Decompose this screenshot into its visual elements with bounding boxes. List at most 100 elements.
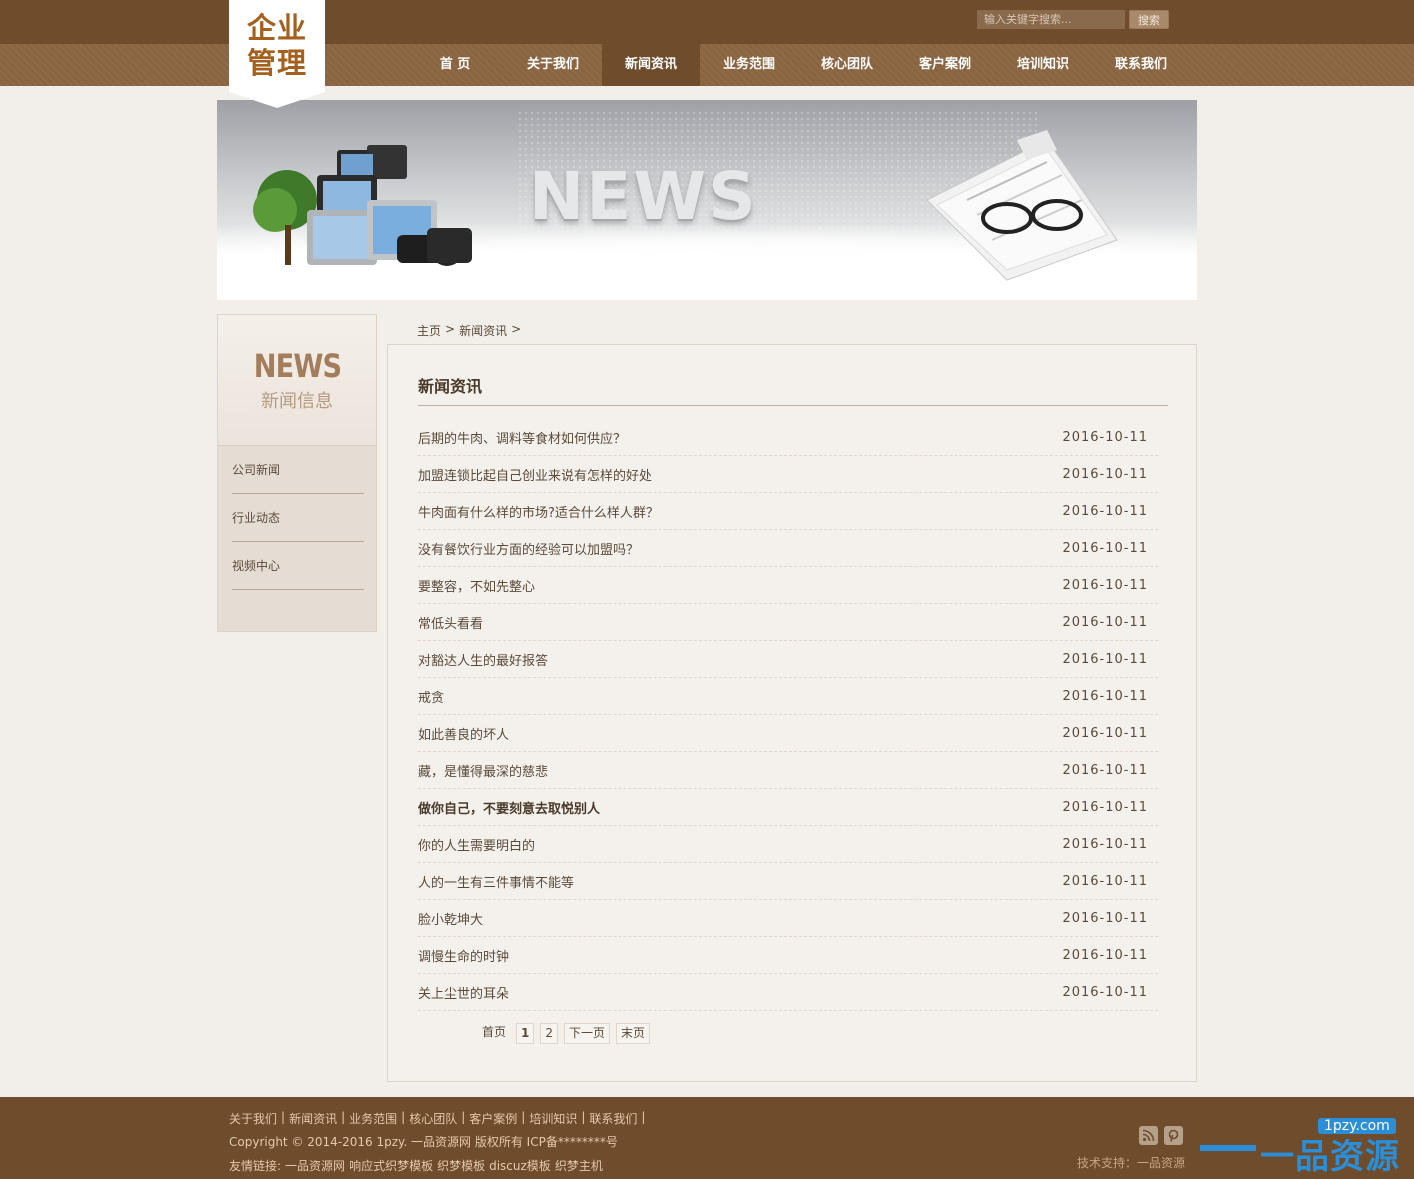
list-item: 做你自己，不要刻意去取悦别人 2016-10-11: [418, 789, 1158, 826]
friend-link[interactable]: 织梦模板: [437, 1157, 485, 1174]
sidebar-list: 公司新闻 行业动态 视频中心: [218, 446, 376, 590]
article-title[interactable]: 后期的牛肉、调料等食材如何供应？: [418, 428, 626, 447]
breadcrumb-home[interactable]: 主页: [417, 322, 441, 339]
friend-link[interactable]: discuz模板: [489, 1157, 551, 1174]
top-bar: [0, 0, 1414, 44]
article-title[interactable]: 要整容，不如先整心: [418, 576, 535, 595]
sidebar-title-cn: 新闻信息: [261, 391, 333, 412]
list-item: 你的人生需要明白的 2016-10-11: [418, 826, 1158, 863]
watermark-text: 一品资源网: [1260, 1137, 1400, 1177]
banner-news-title: NEWS: [529, 158, 758, 235]
nav-home[interactable]: 首 页: [406, 44, 504, 86]
article-title[interactable]: 戒贪: [418, 687, 444, 706]
nav-cases[interactable]: 客户案例: [896, 44, 994, 86]
breadcrumb-separator: >: [511, 322, 522, 336]
footer-link-about[interactable]: 关于我们: [229, 1110, 277, 1127]
list-item: 如此善良的坏人 2016-10-11: [418, 715, 1158, 752]
breadcrumb-current[interactable]: 新闻资讯: [459, 322, 507, 339]
article-date: 2016-10-11: [1062, 947, 1148, 963]
pagination: 首页 1 2 下一页 末页: [482, 1023, 651, 1044]
article-title[interactable]: 脸小乾坤大: [418, 909, 483, 928]
list-item: 藏，是懂得最深的慈悲 2016-10-11: [418, 752, 1158, 789]
sidebar: NEWS 新闻信息 公司新闻 行业动态 视频中心: [217, 314, 377, 632]
article-date: 2016-10-11: [1062, 503, 1148, 519]
footer-link-team[interactable]: 核心团队: [409, 1110, 457, 1127]
search-button[interactable]: 搜索: [1129, 10, 1169, 29]
article-date: 2016-10-11: [1062, 577, 1148, 593]
list-item: 牛肉面有什么样的市场?适合什么样人群？ 2016-10-11: [418, 493, 1158, 530]
logo-line-2: 管理: [246, 46, 307, 80]
article-date: 2016-10-11: [1062, 836, 1148, 852]
footer-link-news[interactable]: 新闻资讯: [289, 1110, 337, 1127]
footer-separator: |: [341, 1110, 346, 1124]
nav-training[interactable]: 培训知识: [994, 44, 1092, 86]
social-icons: [1139, 1126, 1183, 1145]
article-title[interactable]: 没有餐饮行业方面的经验可以加盟吗？: [418, 539, 639, 558]
article-title[interactable]: 如此善良的坏人: [418, 724, 509, 743]
article-title[interactable]: 人的一生有三件事情不能等: [418, 872, 574, 891]
list-item: 调慢生命的时钟 2016-10-11: [418, 937, 1158, 974]
sidebar-item-industry[interactable]: 行业动态: [232, 494, 364, 542]
pager-last[interactable]: 末页: [616, 1023, 651, 1044]
article-date: 2016-10-11: [1062, 614, 1148, 630]
article-title[interactable]: 加盟连锁比起自己创业来说有怎样的好处: [418, 465, 652, 484]
friend-link[interactable]: 织梦主机: [555, 1157, 603, 1174]
media-devices-illustration: [253, 145, 472, 266]
pager-next[interactable]: 下一页: [564, 1023, 611, 1044]
footer-link-training[interactable]: 培训知识: [529, 1110, 577, 1127]
article-date: 2016-10-11: [1062, 762, 1148, 778]
news-banner: NEWS: [217, 100, 1197, 300]
footer-separator: |: [281, 1110, 286, 1124]
footer-link-cases[interactable]: 客户案例: [469, 1110, 517, 1127]
nav-news[interactable]: 新闻资讯: [602, 44, 700, 86]
footer-link-business[interactable]: 业务范围: [349, 1110, 397, 1127]
footer-separator: |: [581, 1110, 586, 1124]
newspaper-glasses-illustration: [926, 130, 1118, 281]
article-date: 2016-10-11: [1062, 466, 1148, 482]
pager-page-1[interactable]: 1: [516, 1023, 535, 1044]
watermark-logo: 一品资源网 1pzy.com: [1200, 1115, 1414, 1179]
logo-line-1: 企业: [246, 11, 307, 45]
article-date: 2016-10-11: [1062, 910, 1148, 926]
footer-copyright: Copyright © 2014-2016 1pzy. 一品资源网 版权所有 I…: [229, 1135, 618, 1149]
footer-links: 关于我们 | 新闻资讯 | 业务范围 | 核心团队 | 客户案例 | 培训知识 | 联系我们…: [229, 1110, 649, 1127]
article-date: 2016-10-11: [1062, 540, 1148, 556]
article-title[interactable]: 关上尘世的耳朵: [418, 983, 509, 1002]
article-date: 2016-10-11: [1062, 688, 1148, 704]
friend-link[interactable]: 响应式织梦模板: [349, 1157, 433, 1174]
article-title[interactable]: 调慢生命的时钟: [418, 946, 509, 965]
article-title[interactable]: 藏，是懂得最深的慈悲: [418, 761, 548, 780]
list-item: 对豁达人生的最好报答 2016-10-11: [418, 641, 1158, 678]
article-date: 2016-10-11: [1062, 651, 1148, 667]
search-input[interactable]: [977, 10, 1125, 29]
article-title[interactable]: 牛肉面有什么样的市场?适合什么样人群？: [418, 502, 659, 521]
pager-first[interactable]: 首页: [482, 1023, 510, 1044]
logo[interactable]: 企业 管理: [229, 0, 325, 108]
list-item: 戒贪 2016-10-11: [418, 678, 1158, 715]
rss-icon[interactable]: [1139, 1126, 1158, 1145]
title-divider: [418, 405, 1168, 406]
pinterest-icon[interactable]: [1164, 1126, 1183, 1145]
friend-links: 友情链接: 一品资源网 响应式织梦模板 织梦模板 discuz模板 织梦主机: [229, 1157, 603, 1174]
footer-link-contact[interactable]: 联系我们: [589, 1110, 637, 1127]
article-title[interactable]: 对豁达人生的最好报答: [418, 650, 548, 669]
article-title[interactable]: 常低头看看: [418, 613, 483, 632]
list-item: 加盟连锁比起自己创业来说有怎样的好处 2016-10-11: [418, 456, 1158, 493]
sidebar-item-company-news[interactable]: 公司新闻: [232, 446, 364, 494]
friend-link[interactable]: 一品资源网: [285, 1157, 345, 1174]
pager-page-2[interactable]: 2: [540, 1023, 559, 1044]
nav-business[interactable]: 业务范围: [700, 44, 798, 86]
article-title[interactable]: 你的人生需要明白的: [418, 835, 535, 854]
nav-contact[interactable]: 联系我们: [1092, 44, 1190, 86]
nav-about[interactable]: 关于我们: [504, 44, 602, 86]
breadcrumb-separator: >: [445, 322, 456, 336]
list-item: 后期的牛肉、调料等食材如何供应？ 2016-10-11: [418, 419, 1158, 456]
footer-separator: |: [521, 1110, 526, 1124]
list-item: 脸小乾坤大 2016-10-11: [418, 900, 1158, 937]
breadcrumb: 主页 > 新闻资讯 >: [417, 322, 521, 339]
article-title[interactable]: 做你自己，不要刻意去取悦别人: [418, 798, 600, 817]
sidebar-item-video[interactable]: 视频中心: [232, 542, 364, 590]
article-date: 2016-10-11: [1062, 984, 1148, 1000]
nav-team[interactable]: 核心团队: [798, 44, 896, 86]
watermark-dash: [1200, 1145, 1256, 1151]
